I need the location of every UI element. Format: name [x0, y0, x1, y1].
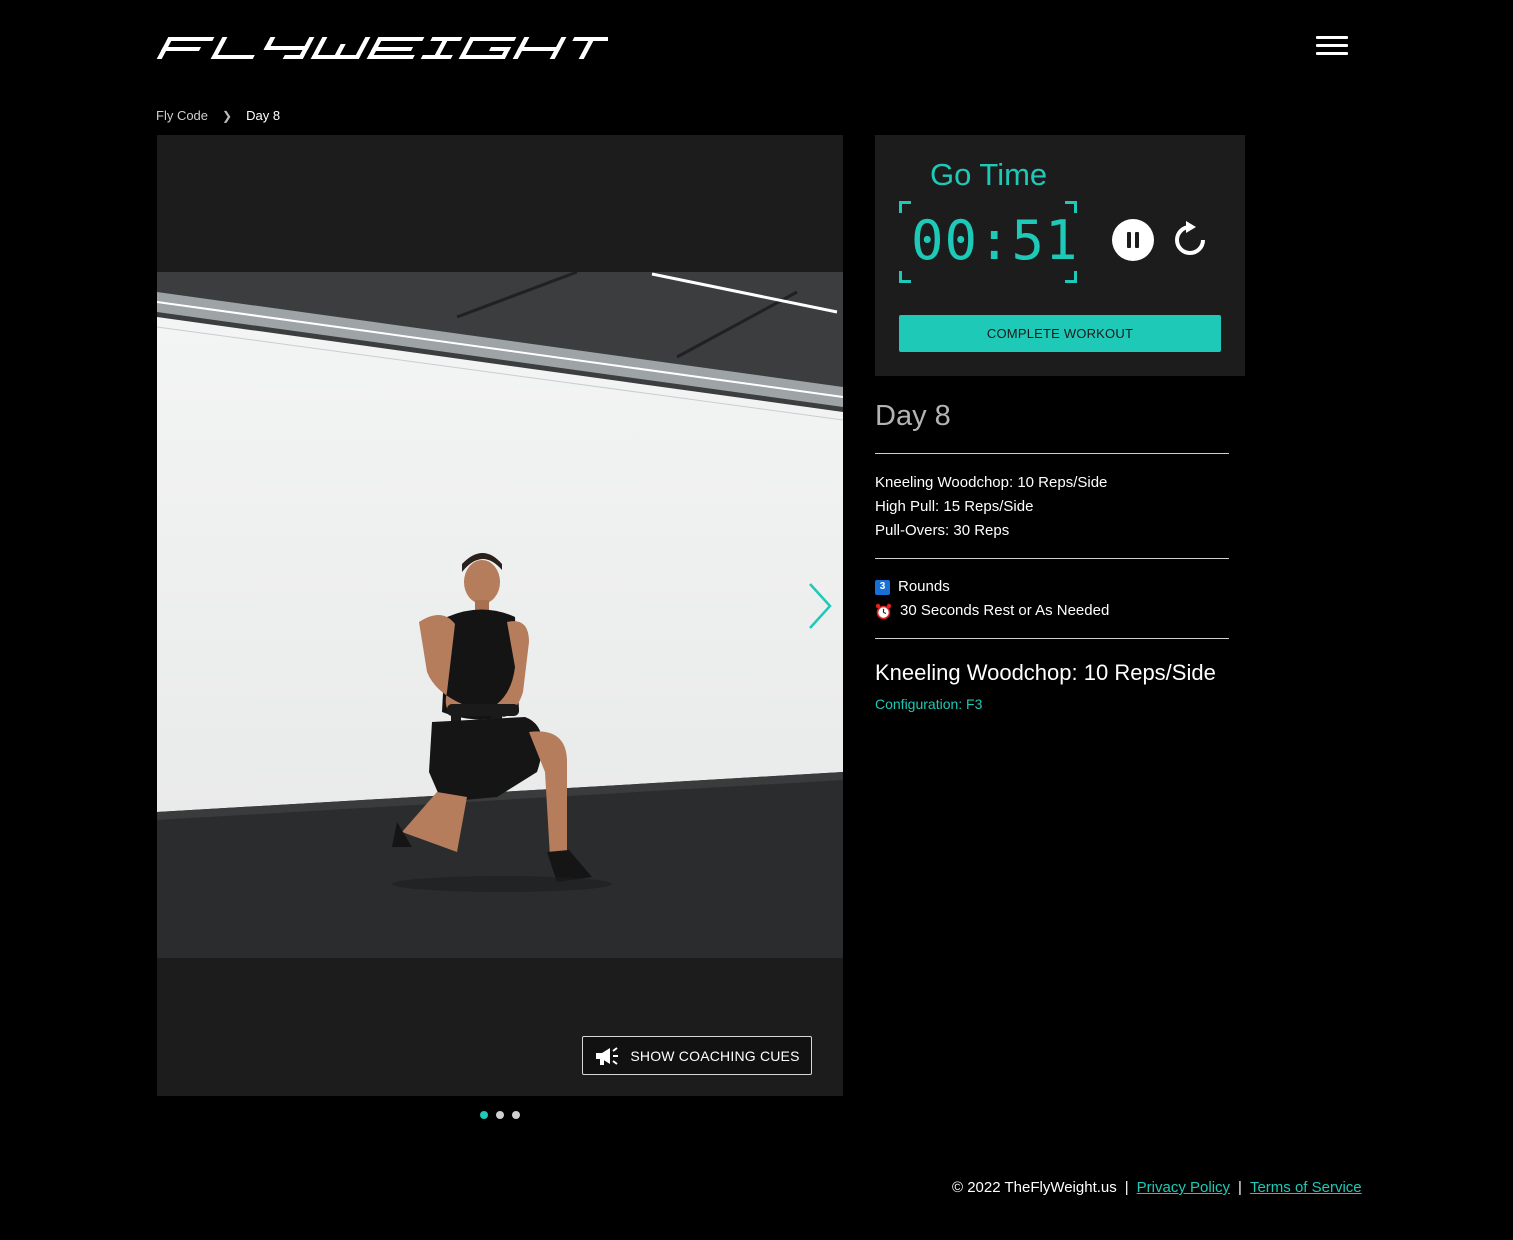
show-coaching-cues-button[interactable]: SHOW COACHING CUES [582, 1036, 812, 1075]
chevron-right-icon [809, 583, 832, 629]
next-slide-button[interactable] [800, 578, 840, 634]
carousel-dot-3[interactable] [512, 1111, 520, 1119]
rounds-info: 3 Rounds 30 Seconds Rest or As Needed [875, 575, 1109, 623]
breadcrumb-current: Day 8 [246, 108, 281, 123]
exercise-list: Kneeling Woodchop: 10 Reps/Side High Pul… [875, 471, 1107, 543]
divider [875, 638, 1229, 639]
carousel-dots [480, 1111, 520, 1119]
footer-separator: | [1124, 1179, 1129, 1196]
day-title: Day 8 [875, 400, 951, 432]
rounds-label: Rounds [898, 578, 950, 595]
exercise-item: Pull-Overs: 30 Reps [875, 522, 1010, 539]
divider [875, 558, 1229, 559]
exercise-photo-illustration [157, 272, 843, 958]
pause-icon[interactable] [1112, 219, 1154, 261]
configuration-label: Configuration: F3 [875, 696, 983, 712]
current-exercise-title: Kneeling Woodchop: 10 Reps/Side [875, 660, 1216, 685]
timer-clock: 00:51 [899, 201, 1079, 283]
chevron-right-icon: ❯ [222, 108, 233, 123]
carousel-dot-1[interactable] [480, 1111, 488, 1119]
exercise-item: High Pull: 15 Reps/Side [875, 498, 1034, 515]
breadcrumb: Fly Code ❯ Day 8 [156, 108, 280, 123]
coaching-cues-label: SHOW COACHING CUES [630, 1047, 800, 1064]
rest-label: 30 Seconds Rest or As Needed [900, 602, 1110, 619]
footer-separator: | [1238, 1179, 1242, 1196]
reset-icon[interactable] [1169, 219, 1211, 261]
hamburger-menu-icon[interactable] [1316, 36, 1348, 62]
privacy-policy-link[interactable]: Privacy Policy [1137, 1179, 1230, 1196]
footer: © 2022 TheFlyWeight.us | Privacy Policy … [952, 1179, 1362, 1196]
exercise-media-panel [157, 135, 843, 1096]
megaphone-icon [596, 1046, 619, 1065]
timer-title: Go Time [930, 157, 1048, 192]
breadcrumb-fly-code[interactable]: Fly Code [156, 108, 208, 123]
copyright-text: © 2022 TheFlyWeight.us [952, 1179, 1117, 1196]
complete-workout-button[interactable]: COMPLETE WORKOUT [899, 315, 1221, 352]
divider [875, 453, 1229, 454]
timer-display: 00:51 [911, 209, 1079, 272]
timer-panel: Go Time 00:51 COMPLETE WORKOUT [875, 135, 1245, 376]
rounds-number-badge: 3 [875, 579, 890, 595]
flyweight-logo-mark [156, 37, 615, 59]
alarm-clock-icon [875, 603, 892, 619]
carousel-dot-2[interactable] [496, 1111, 504, 1119]
exercise-item: Kneeling Woodchop: 10 Reps/Side [875, 474, 1108, 491]
terms-of-service-link[interactable]: Terms of Service [1250, 1179, 1362, 1196]
exercise-photo [157, 272, 843, 958]
flyweight-logo[interactable] [156, 34, 615, 64]
